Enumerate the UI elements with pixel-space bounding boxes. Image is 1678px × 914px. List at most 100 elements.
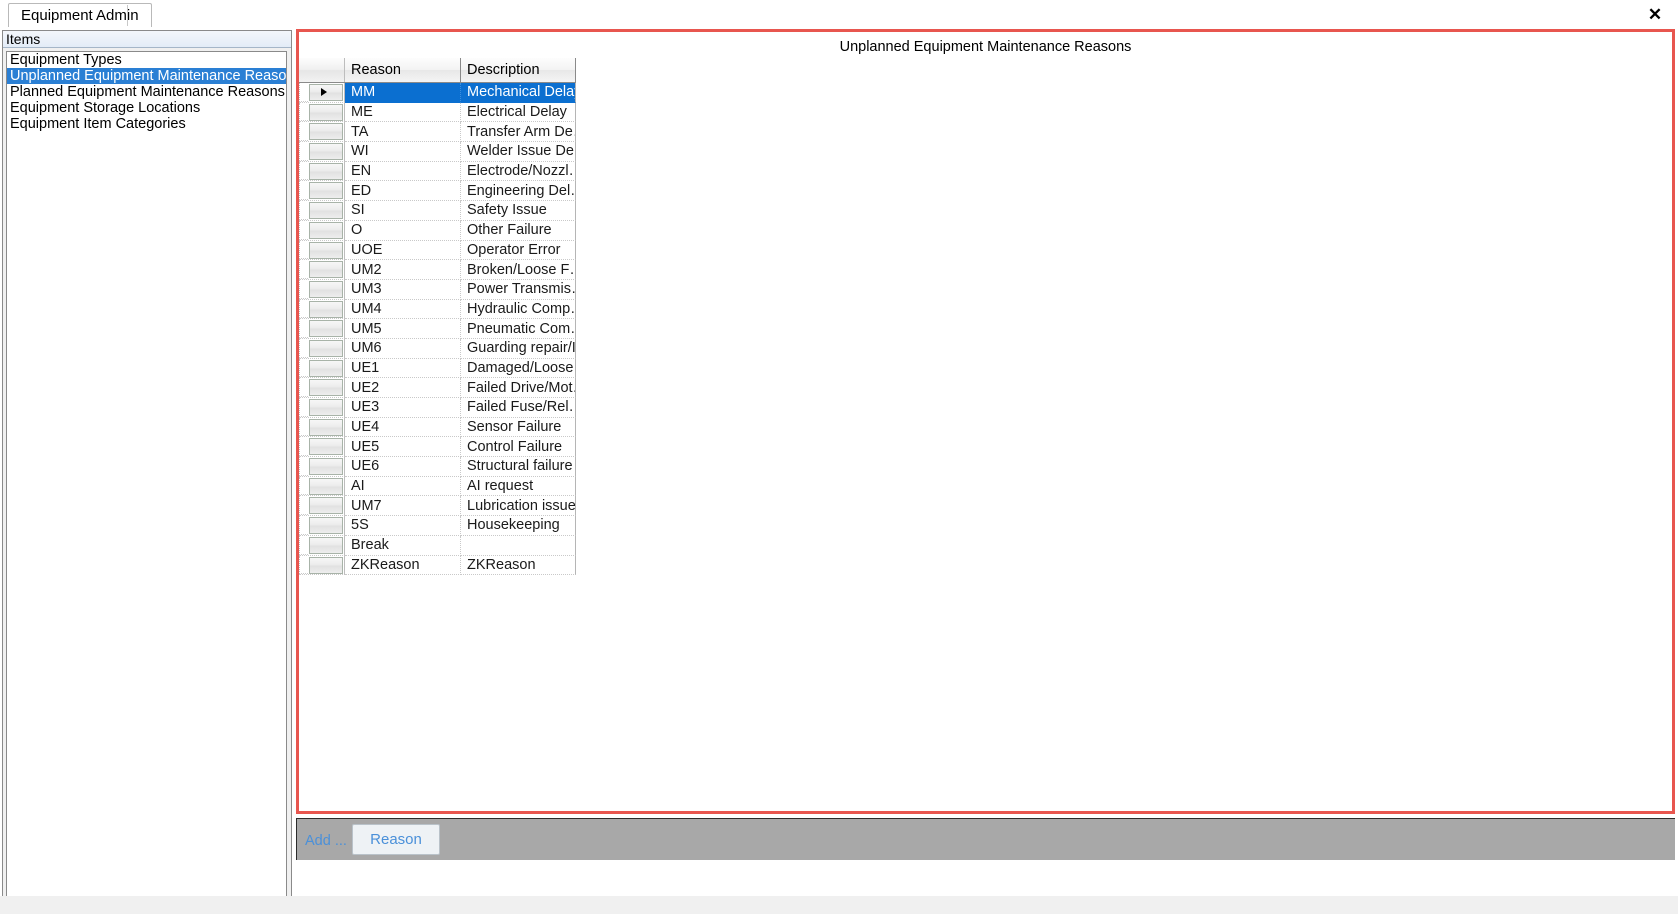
row-selector-button[interactable] <box>309 399 343 416</box>
row-header-cell[interactable] <box>299 299 345 320</box>
row-selector-button[interactable] <box>309 517 343 535</box>
row-header-cell[interactable] <box>299 260 345 280</box>
cell-description[interactable]: Lubrication issue <box>461 496 576 517</box>
table-row[interactable]: UM5 Pneumatic Com… <box>299 319 576 339</box>
row-selector-button[interactable] <box>309 261 343 279</box>
row-header-cell[interactable] <box>299 457 345 477</box>
row-header-cell[interactable] <box>299 535 345 556</box>
cell-reason[interactable]: 5S <box>345 516 461 536</box>
row-selector-button[interactable] <box>309 556 343 574</box>
cell-description[interactable]: Operator Error <box>461 240 576 261</box>
cell-reason[interactable]: O <box>345 220 461 241</box>
cell-description[interactable] <box>461 535 576 556</box>
table-row[interactable]: UM4 Hydraulic Comp… <box>299 299 576 320</box>
cell-reason[interactable]: UM5 <box>345 319 461 339</box>
table-row[interactable]: TA Transfer Arm De… <box>299 122 576 143</box>
sidebar-item[interactable]: Planned Equipment Maintenance Reasons <box>7 84 286 100</box>
cell-description[interactable]: Safety Issue <box>461 201 576 221</box>
table-row[interactable]: 5S Housekeeping <box>299 516 576 536</box>
row-header-cell[interactable] <box>299 181 345 202</box>
row-selector-button[interactable] <box>309 458 343 476</box>
items-list[interactable]: Equipment Types Unplanned Equipment Maint… <box>6 51 287 906</box>
cell-description[interactable]: Damaged/Loose… <box>461 358 576 379</box>
row-selector-button[interactable] <box>309 477 343 495</box>
row-selector-button[interactable] <box>309 280 343 298</box>
row-selector-button[interactable] <box>309 359 343 377</box>
cell-reason[interactable]: UM3 <box>345 279 461 300</box>
row-selector-button[interactable] <box>309 536 343 554</box>
cell-description[interactable]: Electrical Delay <box>461 102 576 123</box>
cell-reason[interactable]: UM7 <box>345 496 461 517</box>
row-header-cell[interactable] <box>299 319 345 339</box>
cell-reason[interactable]: UE2 <box>345 378 461 398</box>
cell-reason[interactable]: UE4 <box>345 417 461 438</box>
table-row[interactable]: EN Electrode/Nozzl… <box>299 161 576 182</box>
cell-reason[interactable]: UM2 <box>345 260 461 280</box>
cell-description[interactable]: Other Failure <box>461 220 576 241</box>
cell-reason[interactable]: UOE <box>345 240 461 261</box>
row-header-cell[interactable] <box>299 338 345 359</box>
row-header-cell[interactable] <box>299 83 345 103</box>
table-row[interactable]: UM2 Broken/Loose F… <box>299 260 576 280</box>
row-header-cell[interactable] <box>299 122 345 143</box>
table-row[interactable]: UE3 Failed Fuse/Rel… <box>299 398 576 418</box>
row-header-cell[interactable] <box>299 496 345 517</box>
table-row[interactable]: Break <box>299 535 576 556</box>
cell-reason[interactable]: UM6 <box>345 338 461 359</box>
sidebar-item[interactable]: Equipment Storage Locations <box>7 100 286 116</box>
close-icon[interactable]: ✕ <box>1642 2 1668 26</box>
row-header-cell[interactable] <box>299 516 345 536</box>
cell-description[interactable]: Hydraulic Comp… <box>461 299 576 320</box>
cell-reason[interactable]: UE5 <box>345 437 461 458</box>
cell-reason[interactable]: ED <box>345 181 461 202</box>
cell-description[interactable]: Failed Drive/Mot… <box>461 378 576 398</box>
cell-description[interactable]: Electrode/Nozzl… <box>461 161 576 182</box>
cell-reason[interactable]: ZKReason <box>345 555 461 576</box>
row-header-cell[interactable] <box>299 279 345 300</box>
sidebar-item[interactable]: Equipment Types <box>7 52 286 68</box>
cell-reason[interactable]: UE6 <box>345 457 461 477</box>
cell-description[interactable]: Broken/Loose F… <box>461 260 576 280</box>
row-selector-button[interactable] <box>309 103 343 121</box>
cell-description[interactable]: Power Transmis… <box>461 279 576 300</box>
tab-equipment-admin[interactable]: Equipment Admin <box>8 3 152 27</box>
row-selector-button[interactable] <box>309 438 343 456</box>
row-header-cell[interactable] <box>299 142 345 162</box>
sidebar-item[interactable]: Unplanned Equipment Maintenance Reasons <box>7 68 286 84</box>
row-selector-button[interactable] <box>309 497 343 515</box>
table-row[interactable]: ZKReason ZKReason <box>299 555 576 576</box>
cell-description[interactable]: ZKReason <box>461 555 576 576</box>
cell-reason[interactable]: UM4 <box>345 299 461 320</box>
row-selector-button[interactable] <box>309 300 343 318</box>
cell-description[interactable]: Engineering Del… <box>461 181 576 202</box>
row-header-cell[interactable] <box>299 240 345 261</box>
cell-description[interactable]: Structural failure <box>461 457 576 477</box>
cell-description[interactable]: Pneumatic Com… <box>461 319 576 339</box>
cell-description[interactable]: Mechanical Delay <box>461 83 576 103</box>
table-row[interactable]: UE2 Failed Drive/Mot… <box>299 378 576 398</box>
sidebar-item[interactable]: Equipment Item Categories <box>7 116 286 132</box>
add-link[interactable]: Add ... <box>305 833 347 849</box>
row-selector-button[interactable] <box>309 123 343 141</box>
table-row[interactable]: UM7 Lubrication issue <box>299 496 576 517</box>
row-header-cell[interactable] <box>299 102 345 123</box>
row-selector-button[interactable] <box>309 418 343 436</box>
table-row[interactable]: O Other Failure <box>299 220 576 241</box>
table-row[interactable]: ED Engineering Del… <box>299 181 576 202</box>
row-selector-button[interactable] <box>309 379 343 397</box>
row-selector-button[interactable] <box>309 162 343 180</box>
row-header-cell[interactable] <box>299 417 345 438</box>
table-row[interactable]: UE6 Structural failure <box>299 457 576 477</box>
row-selector-button[interactable] <box>309 202 343 220</box>
table-row[interactable]: UM3 Power Transmis… <box>299 279 576 300</box>
row-selector-button[interactable] <box>309 241 343 259</box>
row-header-cell[interactable] <box>299 476 345 497</box>
cell-description[interactable]: Sensor Failure <box>461 417 576 438</box>
cell-reason[interactable]: ME <box>345 102 461 123</box>
table-row[interactable]: UOE Operator Error <box>299 240 576 261</box>
cell-description[interactable]: Control Failure <box>461 437 576 458</box>
cell-reason[interactable]: MM <box>345 83 461 103</box>
row-header-cell[interactable] <box>299 437 345 458</box>
table-row[interactable]: WIWelder Issue De… <box>299 142 576 162</box>
cell-description[interactable]: AI request <box>461 476 576 497</box>
